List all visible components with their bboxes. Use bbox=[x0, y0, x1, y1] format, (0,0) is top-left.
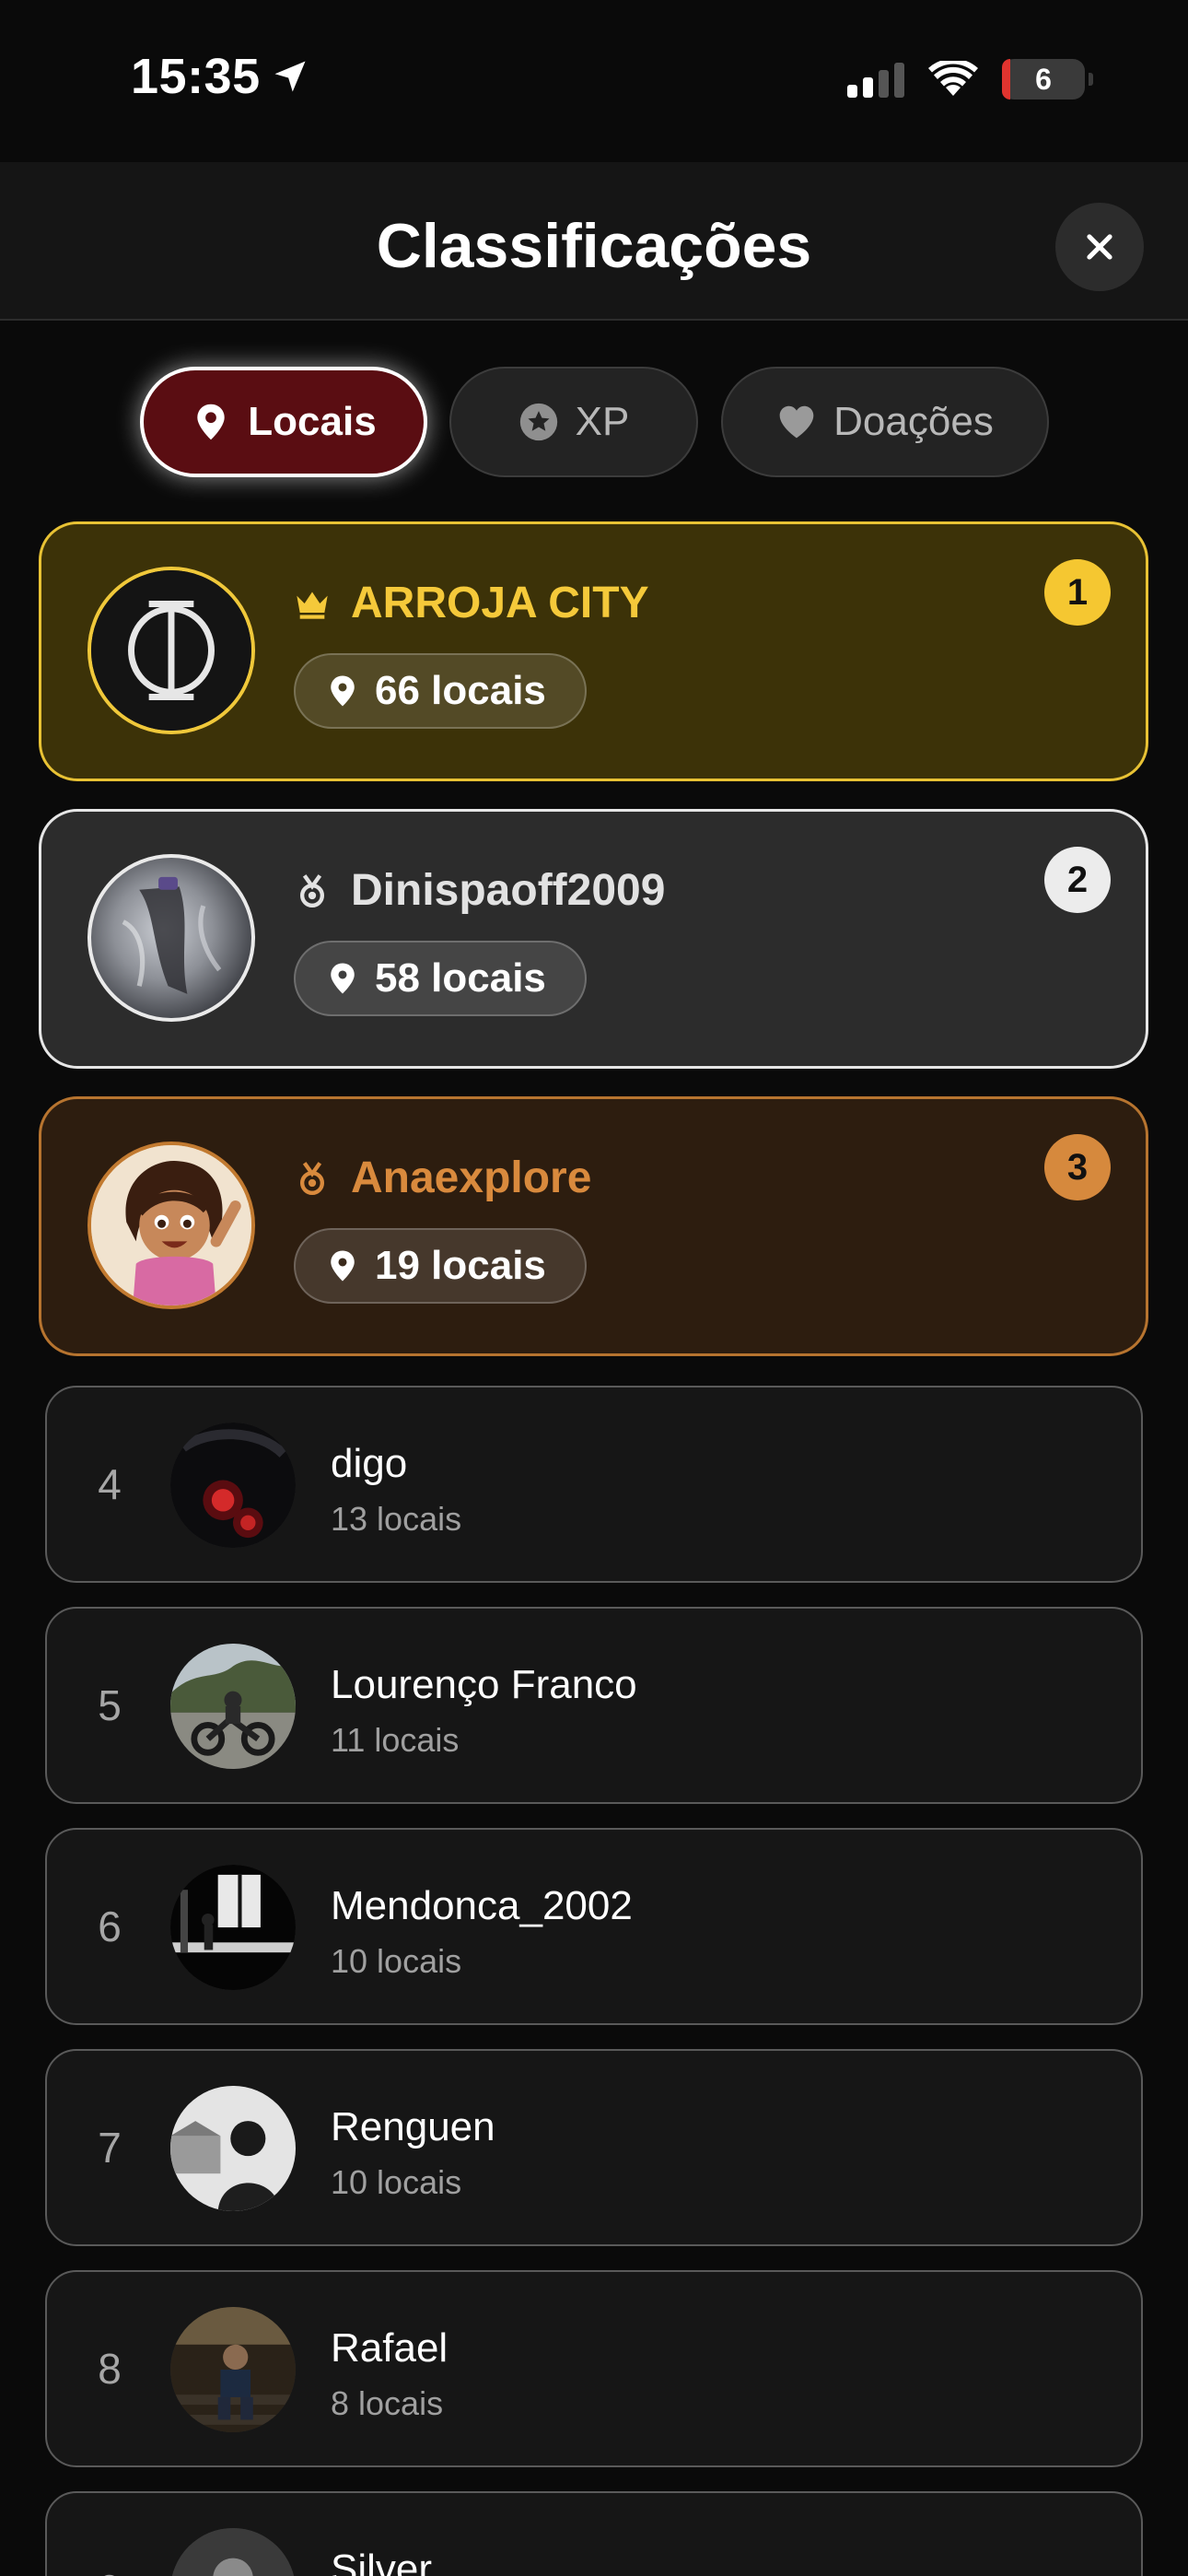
status-indicators: 6 bbox=[847, 59, 1093, 100]
podium-name: Dinispaoff2009 bbox=[351, 866, 666, 915]
row-name: Mendonca_2002 bbox=[331, 1883, 633, 1928]
tab-xp[interactable]: XP bbox=[449, 367, 698, 477]
locais-count-pill: 19 locais bbox=[294, 1228, 587, 1304]
podium-name-row: Dinispaoff2009 bbox=[294, 865, 665, 916]
rank-badge: 3 bbox=[1044, 1134, 1111, 1200]
row-count: 10 locais bbox=[331, 1942, 462, 1980]
locais-count: 58 locais bbox=[375, 955, 546, 1001]
default-avatar-icon bbox=[170, 2528, 296, 2576]
medal-icon bbox=[300, 1161, 324, 1195]
star-icon bbox=[519, 403, 557, 441]
avatar bbox=[170, 1865, 296, 1990]
row-count: 11 locais bbox=[331, 1721, 460, 1759]
row-name: Rafael bbox=[331, 2325, 448, 2371]
header: Classificações bbox=[0, 162, 1188, 321]
row-name: Silver bbox=[331, 2547, 433, 2576]
row-rank: 8 bbox=[98, 2345, 122, 2393]
battery-icon: 6 bbox=[1002, 59, 1093, 100]
map-pin-icon bbox=[331, 1250, 355, 1282]
podium-name: ARROJA CITY bbox=[351, 579, 649, 627]
row-rank: 9 bbox=[82, 2493, 137, 2576]
leaderboard-row[interactable]: 6 Mendonca_2002 10 locais bbox=[45, 1828, 1143, 2025]
tab-bar: Locais XP Doações bbox=[0, 367, 1188, 477]
location-arrow-icon bbox=[274, 61, 306, 92]
medal-icon bbox=[300, 873, 324, 907]
podium-name: Anaexplore bbox=[351, 1153, 592, 1202]
tab-label: Locais bbox=[248, 399, 377, 444]
avatar bbox=[170, 2086, 296, 2211]
avatar bbox=[87, 567, 255, 734]
locais-count: 19 locais bbox=[375, 1243, 546, 1288]
rank-badge: 2 bbox=[1044, 847, 1111, 913]
podium-card-3[interactable]: Anaexplore 19 locais 3 bbox=[39, 1096, 1148, 1356]
row-name: Renguen bbox=[331, 2104, 495, 2149]
avatar-photo bbox=[122, 876, 222, 994]
cellular-signal-icon bbox=[847, 61, 904, 98]
status-bar: 15:35 6 bbox=[0, 0, 1188, 162]
row-name: Lourenço Franco bbox=[331, 1662, 637, 1707]
tab-doacoes[interactable]: Doações bbox=[721, 367, 1049, 477]
locais-count-pill: 66 locais bbox=[294, 653, 587, 729]
avatar bbox=[170, 1644, 296, 1769]
logo-icon bbox=[91, 570, 251, 731]
avatar-photo bbox=[170, 1644, 296, 1769]
tab-label: Doações bbox=[833, 399, 994, 444]
page-title: Classificações bbox=[376, 211, 812, 281]
leaderboard-row[interactable]: 7 Renguen 10 locais bbox=[45, 2049, 1143, 2246]
podium-name-row: Anaexplore bbox=[294, 1153, 591, 1203]
leaderboard-row[interactable]: 5 Lourenço Franco 11 locais bbox=[45, 1607, 1143, 1804]
avatar-photo bbox=[170, 2086, 296, 2211]
locais-count-pill: 58 locais bbox=[294, 941, 587, 1016]
avatar-photo bbox=[170, 1865, 296, 1990]
map-pin-icon bbox=[197, 404, 225, 440]
avatar bbox=[87, 854, 255, 1022]
row-rank: 4 bbox=[98, 1460, 122, 1508]
avatar bbox=[170, 1423, 296, 1548]
avatar-photo bbox=[170, 2307, 296, 2432]
rank-badge: 1 bbox=[1044, 559, 1111, 626]
avatar bbox=[170, 2307, 296, 2432]
crown-icon bbox=[297, 591, 328, 619]
tab-label: XP bbox=[575, 399, 630, 444]
avatar bbox=[87, 1142, 255, 1309]
locais-count: 66 locais bbox=[375, 668, 546, 713]
podium-name-row: ARROJA CITY bbox=[294, 578, 649, 628]
row-count: 10 locais bbox=[331, 2163, 462, 2201]
leaderboard-row[interactable]: 9 Silver bbox=[45, 2491, 1143, 2576]
status-time: 15:35 bbox=[131, 48, 310, 105]
row-count: 13 locais bbox=[331, 1500, 462, 1538]
close-icon bbox=[1087, 234, 1112, 260]
wifi-icon bbox=[928, 61, 978, 96]
row-rank: 5 bbox=[98, 1681, 122, 1729]
tab-locais[interactable]: Locais bbox=[140, 367, 427, 477]
map-pin-icon bbox=[331, 963, 355, 994]
row-name: digo bbox=[331, 1441, 408, 1486]
map-pin-icon bbox=[331, 675, 355, 707]
avatar-photo bbox=[91, 1145, 251, 1306]
row-count: 8 locais bbox=[331, 2384, 444, 2422]
avatar bbox=[170, 2528, 296, 2576]
podium-card-1[interactable]: ARROJA CITY 66 locais 1 bbox=[39, 521, 1148, 781]
row-rank: 6 bbox=[98, 1903, 122, 1950]
leaderboard-row[interactable]: 4 digo 13 locais bbox=[45, 1386, 1143, 1583]
avatar-photo bbox=[170, 1423, 296, 1548]
close-button[interactable] bbox=[1055, 203, 1144, 291]
podium-card-2[interactable]: Dinispaoff2009 58 locais 2 bbox=[39, 809, 1148, 1069]
heart-icon bbox=[779, 405, 814, 439]
status-time-text: 15:35 bbox=[131, 49, 261, 104]
row-rank: 7 bbox=[98, 2124, 122, 2172]
leaderboard-row[interactable]: 8 Rafael 8 locais bbox=[45, 2270, 1143, 2467]
battery-level: 6 bbox=[1035, 62, 1052, 96]
